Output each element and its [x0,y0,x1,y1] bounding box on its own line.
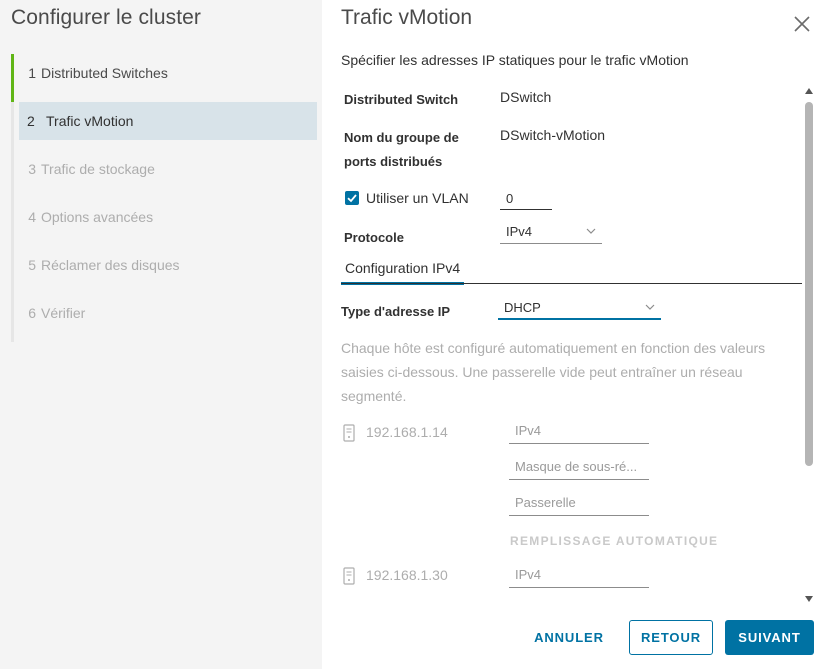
next-button[interactable]: SUIVANT [725,620,814,655]
step-trafic-vmotion[interactable]: 2 Trafic vMotion [19,102,317,140]
protocol-select[interactable]: IPv4 [500,222,602,244]
vlan-input[interactable] [500,188,552,210]
scrollbar-thumb[interactable] [805,102,813,466]
chevron-down-icon [586,228,596,234]
wizard-steps: 1 Distributed Switches 2 Trafic vMotion … [11,54,317,342]
step-options-avancees: 4 Options avancées [11,198,317,236]
step-verifier: 6 Vérifier [11,294,317,332]
distributed-switch-label: Distributed Switch [344,92,459,107]
step-reclamer-disques: 5 Réclamer des disques [11,246,317,284]
host-subnet-mask-input[interactable]: Masque de sous-ré... [509,456,649,480]
port-group-value: DSwitch-vMotion [500,127,606,143]
server-icon [343,567,355,585]
ip-type-select[interactable]: DHCP [498,298,661,320]
step-trafic-stockage: 3 Trafic de stockage [11,150,317,188]
port-group-label-line2: ports distribués [344,154,443,169]
help-text: Chaque hôte est configuré automatiquemen… [341,340,766,404]
step-label: Trafic de stockage [41,161,155,177]
step-label: Vérifier [41,305,86,321]
host-name: 192.168.1.14 [366,424,448,440]
back-button[interactable]: RETOUR [629,620,713,655]
ip-type-select-value: DHCP [504,300,541,315]
protocol-select-value: IPv4 [506,224,533,239]
step-number: 4 [28,209,36,225]
step-label: Trafic vMotion [46,113,134,129]
tab-ipv4-configuration[interactable]: Configuration IPv4 [341,260,465,285]
wizard-title: Configurer le cluster [11,6,202,29]
chevron-down-icon [645,304,655,310]
wizard-main: Trafic vMotion Spécifier les adresses IP… [322,0,832,669]
form-scroll-area: Distributed Switch DSwitch Nom du groupe… [322,84,820,604]
host-gateway-input[interactable]: Passerelle [509,492,649,516]
scroll-down-icon[interactable] [805,596,813,602]
step-label: Options avancées [41,209,154,225]
wizard-sidebar: Configurer le cluster 1 Distributed Swit… [0,0,322,669]
host-ipv4-input[interactable]: IPv4 [509,564,649,588]
step-number: 6 [28,305,36,321]
vlan-label: Utiliser un VLAN [366,190,469,206]
checkmark-icon [347,194,357,203]
page-subtitle: Spécifier les adresses IP statiques pour… [341,52,689,68]
close-icon [794,16,810,32]
step-label: Réclamer des disques [41,257,180,273]
host-ipv4-input[interactable]: IPv4 [509,420,649,444]
server-icon [343,424,355,442]
step-number: 1 [28,65,36,81]
page-title: Trafic vMotion [341,6,473,29]
step-distributed-switches[interactable]: 1 Distributed Switches [11,54,317,102]
close-button[interactable] [792,14,812,34]
wizard-footer: ANNULER RETOUR SUIVANT [322,610,832,669]
scroll-up-icon[interactable] [805,88,813,94]
ip-type-label: Type d'adresse IP [341,304,451,319]
step-number: 5 [28,257,36,273]
vlan-checkbox[interactable] [345,191,359,205]
host-name: 192.168.1.30 [366,567,448,583]
step-number: 2 [27,113,35,129]
cancel-button[interactable]: ANNULER [524,620,614,655]
step-label: Distributed Switches [41,65,168,81]
step-number: 3 [28,161,36,177]
autofill-button[interactable]: REMPLISSAGE AUTOMATIQUE [510,534,718,548]
protocol-label: Protocole [344,230,404,245]
port-group-label-line1: Nom du groupe de [344,130,459,145]
form-scrollbar[interactable] [802,88,816,606]
distributed-switch-value: DSwitch [500,89,552,105]
tab-divider [341,283,802,284]
